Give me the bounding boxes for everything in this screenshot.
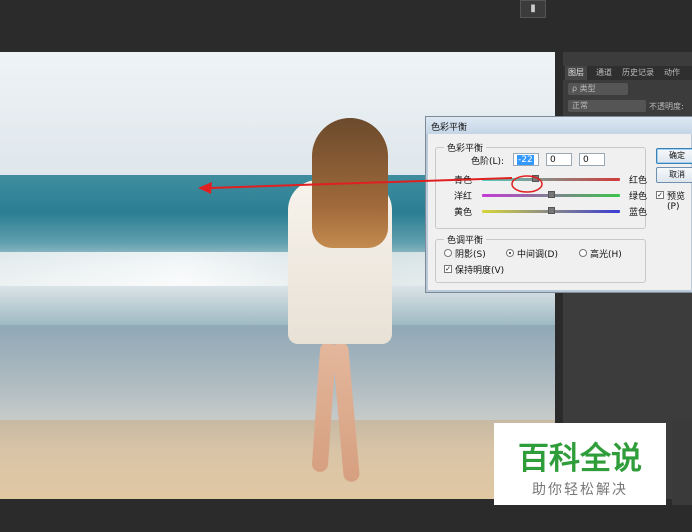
- watermark-subtitle: 助你轻松解决: [532, 482, 628, 498]
- watermark-title: 百科全说: [518, 441, 642, 477]
- annotation-circle: [511, 175, 543, 193]
- watermark-logo: 百科全说 助你轻松解决: [494, 423, 666, 505]
- annotation-arrow-line: [209, 177, 513, 189]
- annotation-arrow-head: [198, 182, 212, 194]
